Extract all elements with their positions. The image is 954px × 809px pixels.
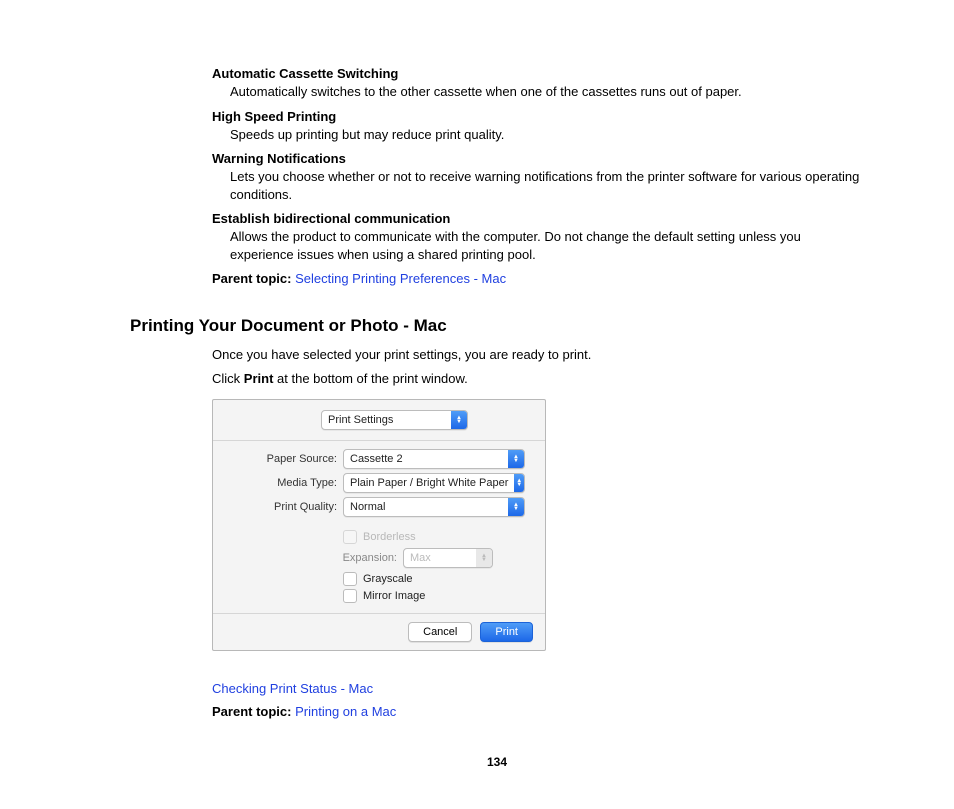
expansion-value: Max bbox=[404, 552, 476, 564]
borderless-checkbox-row: Borderless bbox=[343, 530, 533, 544]
expansion-select: Max ▲▼ bbox=[403, 548, 493, 568]
parent-topic-label: Parent topic: bbox=[212, 704, 291, 719]
grayscale-checkbox-row[interactable]: Grayscale bbox=[343, 572, 533, 586]
chevron-updown-icon: ▲▼ bbox=[451, 411, 467, 429]
chevron-updown-icon: ▲▼ bbox=[476, 549, 492, 567]
media-type-select[interactable]: Plain Paper / Bright White Paper ▲▼ bbox=[343, 473, 525, 493]
panel-select[interactable]: Print Settings ▲▼ bbox=[321, 410, 468, 430]
def-desc: Lets you choose whether or not to receiv… bbox=[230, 168, 864, 203]
intro-text: Once you have selected your print settin… bbox=[212, 346, 864, 364]
mirror-checkbox-row[interactable]: Mirror Image bbox=[343, 589, 533, 603]
intro-text-2: Click Print at the bottom of the print w… bbox=[212, 370, 864, 388]
section-heading: Printing Your Document or Photo - Mac bbox=[130, 316, 864, 336]
grayscale-label: Grayscale bbox=[363, 573, 413, 585]
media-type-label: Media Type: bbox=[225, 477, 343, 489]
parent-topic: Parent topic: Selecting Printing Prefere… bbox=[212, 271, 864, 286]
chevron-updown-icon: ▲▼ bbox=[514, 474, 524, 492]
parent-topic-label: Parent topic: bbox=[212, 271, 291, 286]
media-type-value: Plain Paper / Bright White Paper bbox=[344, 477, 514, 489]
mirror-label: Mirror Image bbox=[363, 590, 425, 602]
def-desc: Speeds up printing but may reduce print … bbox=[230, 126, 864, 144]
text-bold: Print bbox=[244, 371, 274, 386]
divider bbox=[213, 440, 545, 441]
parent-topic-link[interactable]: Printing on a Mac bbox=[295, 704, 396, 719]
def-term: Establish bidirectional communication bbox=[212, 211, 864, 226]
parent-topic: Parent topic: Printing on a Mac bbox=[212, 704, 864, 719]
print-quality-value: Normal bbox=[344, 501, 508, 513]
checkbox-icon bbox=[343, 572, 357, 586]
checkbox-icon bbox=[343, 589, 357, 603]
print-quality-label: Print Quality: bbox=[225, 501, 343, 513]
print-quality-select[interactable]: Normal ▲▼ bbox=[343, 497, 525, 517]
parent-topic-link[interactable]: Selecting Printing Preferences - Mac bbox=[295, 271, 506, 286]
def-term: High Speed Printing bbox=[212, 109, 864, 124]
borderless-label: Borderless bbox=[363, 531, 416, 543]
cancel-button[interactable]: Cancel bbox=[408, 622, 472, 642]
expansion-label: Expansion: bbox=[225, 552, 403, 564]
checkbox-icon bbox=[343, 530, 357, 544]
status-link[interactable]: Checking Print Status - Mac bbox=[212, 681, 864, 696]
chevron-updown-icon: ▲▼ bbox=[508, 498, 524, 516]
paper-source-value: Cassette 2 bbox=[344, 453, 508, 465]
page-number: 134 bbox=[130, 755, 864, 769]
def-desc: Automatically switches to the other cass… bbox=[230, 83, 864, 101]
chevron-updown-icon: ▲▼ bbox=[508, 450, 524, 468]
text: Click bbox=[212, 371, 244, 386]
text: at the bottom of the print window. bbox=[273, 371, 467, 386]
print-button[interactable]: Print bbox=[480, 622, 533, 642]
panel-select-value: Print Settings bbox=[322, 414, 451, 426]
paper-source-label: Paper Source: bbox=[225, 453, 343, 465]
def-desc: Allows the product to communicate with t… bbox=[230, 228, 864, 263]
paper-source-select[interactable]: Cassette 2 ▲▼ bbox=[343, 449, 525, 469]
def-term: Automatic Cassette Switching bbox=[212, 66, 864, 81]
definition-list: Automatic Cassette Switching Automatical… bbox=[212, 66, 864, 263]
print-settings-dialog: Print Settings ▲▼ Paper Source: Cassette… bbox=[212, 399, 546, 651]
def-term: Warning Notifications bbox=[212, 151, 864, 166]
divider bbox=[213, 613, 545, 614]
